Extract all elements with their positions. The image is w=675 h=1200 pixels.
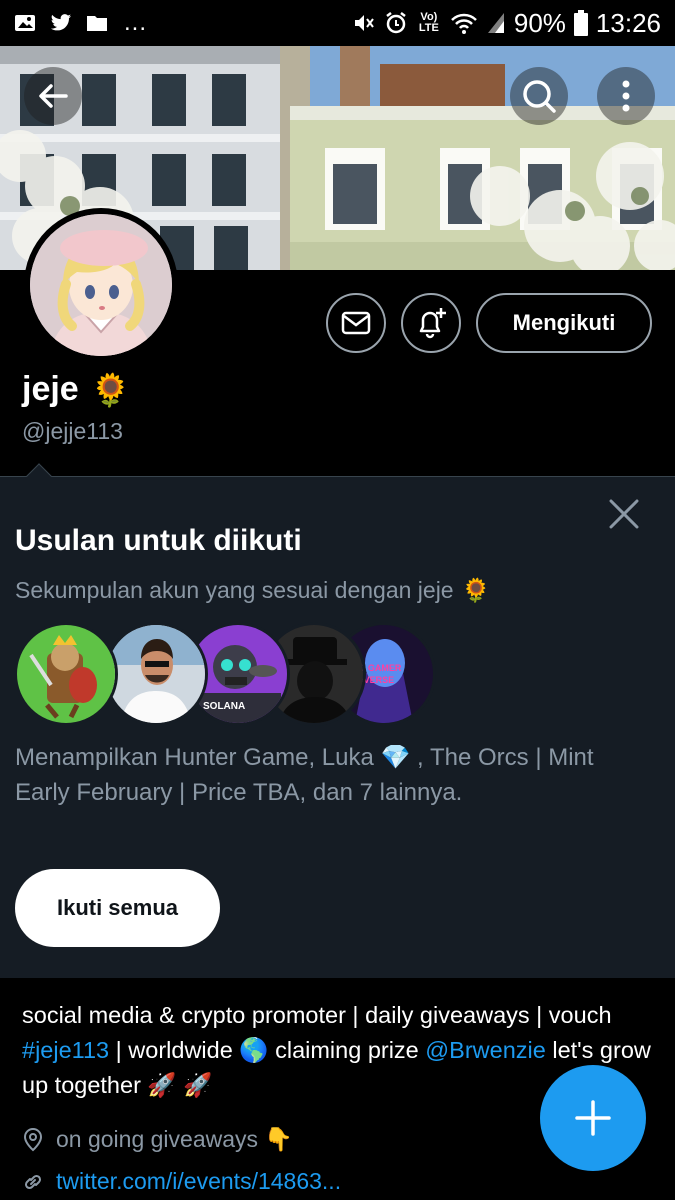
location-text: on going giveaways 👇 <box>56 1126 294 1152</box>
profile-handle: @jejje113 <box>22 418 123 444</box>
folder-icon <box>87 16 107 31</box>
follow-all-button[interactable]: Ikuti semua <box>15 869 220 947</box>
message-button[interactable] <box>326 293 386 353</box>
battery-percent: 90% <box>513 7 566 38</box>
alarm-icon <box>386 12 406 34</box>
location-pin-icon <box>23 1127 43 1151</box>
status-bar: ... Vo) LTE 90% 13:26 <box>0 0 675 46</box>
notification-bell-icon <box>419 308 446 339</box>
message-icon <box>341 311 371 335</box>
suggested-avatar-luka[interactable] <box>104 622 208 726</box>
mention-link[interactable]: @Brwenzie <box>425 1037 546 1063</box>
suggestions-title: Usulan untuk diikuti <box>15 524 302 557</box>
display-name: jeje <box>22 370 79 408</box>
close-icon[interactable] <box>604 494 644 534</box>
bio-text: social media & crypto promoter | daily g… <box>22 1002 612 1028</box>
more-options-button[interactable] <box>597 67 655 125</box>
signal-icon <box>487 13 504 33</box>
sunflower-emoji: 🌻 <box>90 371 131 408</box>
plus-icon <box>575 1100 611 1136</box>
battery-icon <box>573 10 588 36</box>
network-type: Vo) LTE <box>418 11 439 34</box>
more-notifications-indicator: ... <box>124 9 148 36</box>
more-options-icon <box>622 80 630 112</box>
avatar-image <box>30 214 172 356</box>
solana-label: SOLANA <box>203 701 245 712</box>
search-icon <box>523 80 556 113</box>
image-icon <box>15 15 35 31</box>
suggested-avatar-hunter-game[interactable] <box>14 622 118 726</box>
website-link[interactable]: twitter.com/i/events/14863... <box>56 1168 341 1195</box>
suggestions-description: Menampilkan Hunter Game, Luka 💎 , The Or… <box>15 744 594 806</box>
mute-icon <box>354 15 374 31</box>
suggestions-subtitle-text: Sekumpulan akun yang sesuai dengan jeje <box>15 577 454 603</box>
sunflower-emoji: 🌻 <box>461 577 491 603</box>
hashtag-link[interactable]: #jeje113 <box>22 1037 109 1063</box>
following-button[interactable]: Mengikuti <box>476 293 652 353</box>
search-button[interactable] <box>510 67 568 125</box>
back-arrow-icon <box>39 84 68 108</box>
bio-text: | worldwide 🌎 claiming prize <box>109 1037 426 1063</box>
avatar-image <box>17 625 115 723</box>
wifi-icon <box>450 13 477 34</box>
avatar-image <box>107 625 205 723</box>
avatar[interactable] <box>24 208 178 362</box>
profile-location: on going giveaways 👇 <box>22 1126 293 1153</box>
notification-button[interactable] <box>401 293 461 353</box>
profile-website: twitter.com/i/events/14863... <box>22 1168 341 1195</box>
suggestions-subtitle: Sekumpulan akun yang sesuai dengan jeje … <box>15 577 490 604</box>
compose-tweet-button[interactable] <box>540 1065 646 1171</box>
profile-name: jeje 🌻 <box>22 370 131 409</box>
back-button[interactable] <box>24 67 82 125</box>
twitter-icon <box>50 14 72 31</box>
clock: 13:26 <box>595 7 661 38</box>
link-icon <box>24 1174 42 1189</box>
